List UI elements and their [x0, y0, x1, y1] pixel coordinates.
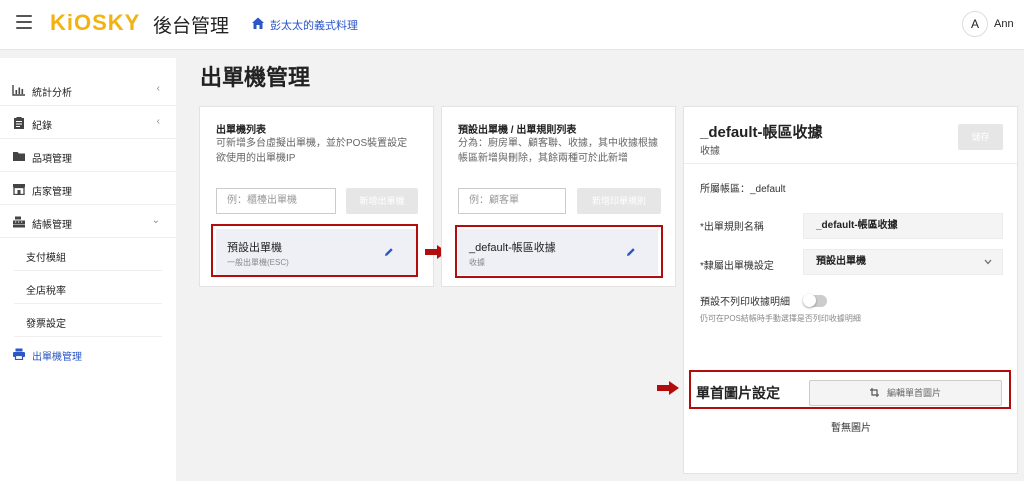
printer-setting-label: *隸屬出單機設定: [700, 261, 774, 272]
sidebar-item-printer[interactable]: 出單機管理: [0, 338, 176, 370]
chevron-left-icon: ‹: [156, 116, 160, 127]
clipboard-icon: [14, 117, 24, 129]
printer-select-value: 預設出單機: [816, 256, 866, 267]
sidebar-item-checkout[interactable]: 結帳管理 ⌄: [0, 206, 176, 238]
rule-name-label: *出單規則名稱: [700, 222, 764, 233]
chart-icon: [12, 85, 25, 96]
sidebar-item-label: 發票設定: [26, 319, 66, 330]
detail-subtitle: 收據: [700, 146, 720, 157]
folder-icon: [13, 152, 25, 161]
sidebar-item-tax-rate[interactable]: 全店稅率: [14, 272, 162, 304]
printer-list-desc-2: 欲使用的出單機IP: [216, 153, 296, 164]
no-print-details-label: 預設不列印收據明細: [700, 297, 790, 308]
account-zone-label: 所屬帳區：_default: [700, 184, 786, 195]
save-button[interactable]: 儲存: [958, 124, 1003, 150]
chevron-down-icon: [984, 259, 992, 265]
chevron-down-icon: ⌄: [151, 215, 160, 226]
store-icon: [13, 184, 25, 195]
sidebar-item-store[interactable]: 店家管理: [0, 173, 176, 205]
top-header: KiOSKY 後台管理 彭太太的義式料理 A Ann: [0, 0, 1024, 50]
sidebar-item-records[interactable]: 紀錄 ‹: [0, 107, 176, 139]
store-name-link[interactable]: 彭太太的義式料理: [270, 17, 358, 33]
sidebar-item-label: 統計分析: [32, 88, 72, 99]
home-icon[interactable]: [251, 16, 265, 30]
page-title: 出單機管理: [200, 66, 311, 91]
sidebar-item-label: 品項管理: [32, 154, 72, 165]
sidebar-item-label: 店家管理: [32, 187, 72, 198]
rule-name-field[interactable]: _default-帳區收據: [803, 213, 1003, 239]
sidebar-item-label: 全店稅率: [26, 286, 66, 297]
rule-list-desc-1: 分為：廚房單、顧客聯、收據，其中收據根據: [458, 138, 658, 149]
sidebar-item-products[interactable]: 品項管理: [0, 140, 176, 172]
rule-list-desc-2: 帳區新增與刪除，其餘兩種可於此新增: [458, 153, 628, 164]
printer-icon: [13, 348, 25, 360]
no-print-details-hint: 仍可在POS結帳時手動選擇是否列印收據明細: [700, 314, 861, 323]
app-subtitle: 後台管理: [153, 15, 230, 37]
printer-list-title: 出單機列表: [216, 125, 266, 136]
add-print-rule-button[interactable]: 新增印單規則: [577, 188, 661, 214]
highlight-box: [455, 225, 663, 278]
sidebar-item-label: 紀錄: [32, 121, 52, 132]
highlight-box: [211, 224, 418, 277]
sidebar-item-payment-module[interactable]: 支付模組: [14, 239, 162, 271]
rule-name-input[interactable]: 例：顧客單: [458, 188, 566, 214]
rule-detail-panel: _default-帳區收據 收據 儲存 所屬帳區：_default *出單規則名…: [683, 106, 1018, 474]
highlight-box: [689, 370, 1011, 409]
chevron-left-icon: ‹: [156, 83, 160, 94]
toggle-knob: [803, 294, 816, 307]
user-name[interactable]: Ann: [994, 18, 1014, 30]
sidebar-item-analytics[interactable]: 統計分析 ‹: [0, 74, 176, 106]
sidebar-item-label: 結帳管理: [32, 220, 72, 231]
no-image-text: 暫無圖片: [831, 423, 871, 434]
app-logo: KiOSKY: [50, 10, 141, 35]
arrow-right-icon: [657, 381, 679, 395]
menu-icon[interactable]: [16, 15, 32, 29]
printer-name-input[interactable]: 例：櫃檯出單機: [216, 188, 336, 214]
avatar[interactable]: A: [962, 11, 988, 37]
sidebar-item-label: 支付模組: [26, 253, 66, 264]
sidebar: 統計分析 ‹ 紀錄 ‹ 品項管理 店家管理 結帳管理 ⌄ 支付模組 全店稅率 發…: [0, 58, 176, 481]
rule-list-title: 預設出單機 / 出單規則列表: [458, 125, 577, 136]
no-print-details-toggle[interactable]: [803, 294, 827, 307]
divider: [684, 163, 1017, 164]
printer-list-desc-1: 可新增多台虛擬出單機，並於POS裝置設定: [216, 138, 408, 149]
add-printer-button[interactable]: 新增出單機: [346, 188, 418, 214]
detail-title: _default-帳區收據: [700, 124, 823, 141]
divider: [684, 473, 1018, 474]
cash-register-icon: [13, 216, 25, 228]
printer-select[interactable]: 預設出單機: [803, 249, 1003, 275]
sidebar-item-label: 出單機管理: [32, 352, 82, 363]
sidebar-item-invoice[interactable]: 發票設定: [14, 305, 162, 337]
